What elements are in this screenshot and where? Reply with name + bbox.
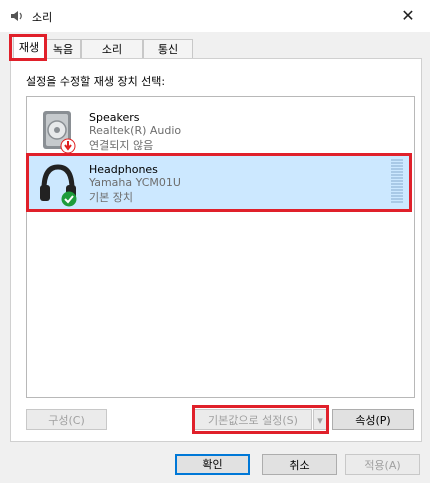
speaker-icon — [43, 111, 76, 154]
disconnected-badge — [60, 138, 76, 154]
device-description: Yamaha YCM01U — [89, 176, 181, 189]
tab-recording[interactable]: 녹음 — [45, 39, 81, 59]
configure-button[interactable]: 구성(C) — [26, 409, 107, 430]
device-name: Speakers — [89, 111, 140, 124]
apply-button[interactable]: 적용(A) — [345, 454, 420, 475]
tab-playback[interactable]: 재생 — [13, 36, 45, 60]
title-bar: 소리 ✕ — [0, 0, 430, 32]
close-button[interactable]: ✕ — [386, 0, 430, 32]
headphones-icon — [40, 164, 77, 207]
device-headphones[interactable]: Headphones Yamaha YCM01U 기본 장치 — [29, 153, 410, 211]
ok-button[interactable]: 확인 — [175, 454, 250, 475]
set-default-dropdown[interactable]: ▾ — [313, 409, 327, 430]
device-status: 기본 장치 — [89, 191, 133, 204]
volume-meter — [391, 159, 403, 203]
device-name: Headphones — [89, 163, 158, 176]
device-list[interactable]: Speakers Realtek(R) Audio 연결되지 않음 Headph… — [26, 96, 415, 398]
properties-button[interactable]: 속성(P) — [332, 409, 414, 430]
window-title: 소리 — [32, 11, 53, 24]
set-default-button[interactable]: 기본값으로 설정(S) — [194, 409, 312, 430]
device-speakers[interactable]: Speakers Realtek(R) Audio 연결되지 않음 — [29, 101, 410, 159]
tab-communications[interactable]: 통신 — [143, 39, 193, 59]
device-description: Realtek(R) Audio — [89, 124, 182, 137]
cancel-button[interactable]: 취소 — [262, 454, 337, 475]
instruction-label: 설정을 수정할 재생 장치 선택: — [26, 75, 166, 88]
device-status: 연결되지 않음 — [89, 139, 154, 152]
default-check-badge — [61, 191, 77, 207]
tab-sounds[interactable]: 소리 — [81, 39, 143, 59]
speaker-icon — [11, 11, 22, 21]
